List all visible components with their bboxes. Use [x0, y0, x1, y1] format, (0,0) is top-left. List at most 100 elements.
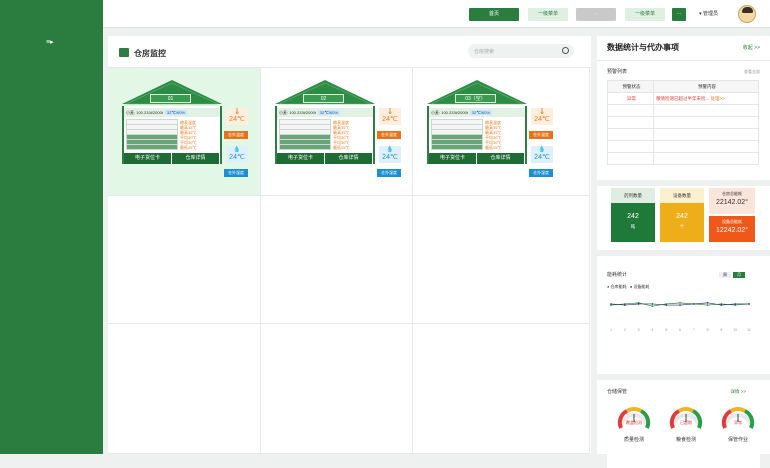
x-tick-label: 8	[707, 328, 709, 332]
temp-outside: 24℃	[229, 116, 245, 123]
data-point	[665, 304, 667, 306]
alert-action[interactable]: 处理>>	[711, 96, 725, 101]
status-gauge[interactable]: 异常 保管作业	[721, 404, 755, 444]
stat-label: 设备数量	[660, 188, 704, 203]
shelf-layer	[126, 144, 178, 150]
x-tick-label: 9	[720, 328, 722, 332]
warehouse-icon	[119, 48, 129, 57]
menu-button-1[interactable]: 一级菜单	[528, 8, 568, 21]
more-button[interactable]: ···	[672, 8, 686, 21]
layer-label: 最低25℃	[333, 145, 350, 150]
grain-info: 小麦: 100.233t/2000t	[431, 110, 468, 115]
status-gauge[interactable]: 覆盖检测 质量检测	[617, 404, 651, 444]
stat-value: 12242.02	[715, 227, 746, 234]
warehouse-card[interactable]: 01 小麦: 100.233t/2000t 32℃/60% 粮表温度 最高35℃ 最高35…	[108, 68, 262, 196]
electronic-card-button[interactable]: 电子货位卡	[429, 153, 477, 164]
layer-label: 最低25℃	[485, 145, 502, 150]
user-menu[interactable]: ▾ 管理员	[699, 10, 718, 17]
table-row: 异常 粮情检测已超过半年未检... 处理>>	[607, 92, 759, 105]
grain-info: 小麦: 100.233t/2000t	[126, 110, 163, 115]
grid-cell	[108, 196, 261, 324]
collapse-link[interactable]: 收起 >>	[743, 44, 760, 51]
humidity-outside-tag: 仓外湿度	[377, 169, 401, 177]
humidity-icon: 💧	[386, 147, 394, 153]
search-input[interactable]: 仓房搜索	[468, 44, 574, 58]
storage-section: 仓储保管 详情 >> 覆盖检测 质量检测 已超期 粮食检测 异常 保管作业	[607, 388, 760, 468]
right-panel: 数据统计与代办事项 收起 >> 预警列表 查看全部 预警状态 预警内容 异常 粮情检…	[597, 36, 770, 468]
temp-inside: 24℃	[382, 154, 398, 161]
layer-label: 最低25℃	[180, 145, 197, 150]
energy-title: 能耗统计	[607, 272, 628, 278]
grid-cell	[413, 196, 590, 324]
humidity-outside-tag: 仓外湿度	[224, 169, 248, 177]
x-tick-label: 11	[747, 328, 751, 332]
alert-header-content: 预警内容	[653, 80, 759, 93]
gauge-icon	[617, 407, 651, 429]
avatar[interactable]	[738, 5, 756, 23]
temp-outside-tag: 仓外温度	[224, 131, 248, 139]
temp-outside-tag: 仓外温度	[377, 131, 401, 139]
temp-outside-tag: 仓外温度	[529, 131, 553, 139]
warehouse-detail-button[interactable]: 仓库详情	[477, 153, 525, 164]
data-point	[679, 302, 681, 304]
tab-month[interactable]: 月	[733, 272, 745, 278]
gauge-center: 覆盖检测	[626, 420, 642, 425]
temp-inside: 24℃	[229, 154, 245, 161]
temp-outside: 24℃	[382, 116, 398, 123]
thermometer-icon: 🌡	[386, 109, 394, 115]
alert-status: 异常	[607, 92, 654, 105]
electronic-card-button[interactable]: 电子货位卡	[277, 153, 325, 164]
home-button[interactable]: 首页	[469, 8, 519, 21]
electronic-card-button[interactable]: 电子货位卡	[124, 153, 172, 164]
user-name: 管理员	[702, 11, 718, 17]
main-panel: 仓房监控 仓房搜索 01 小麦: 100.233t/2000t 32℃/60% 粮表温…	[108, 36, 591, 454]
alert-more[interactable]: 查看全部	[744, 69, 760, 75]
gauge-label: 粮食检测	[675, 437, 696, 443]
collapse-icon[interactable]: ≡▸	[46, 38, 54, 46]
stat-label: 仓房总能耗	[722, 191, 742, 196]
x-tick-label: 2	[624, 328, 626, 332]
thermometer-icon: 🌡	[538, 109, 546, 115]
search-icon[interactable]	[562, 47, 569, 54]
tab-week[interactable]: 周	[719, 272, 731, 278]
gauge-center: 已超期	[680, 420, 692, 425]
page-title: 仓房监控	[134, 49, 166, 58]
warehouse-grid: 01 小麦: 100.233t/2000t 32℃/60% 粮表温度 最高35℃ 最高35…	[108, 68, 591, 454]
stat-label: 设备总能耗	[722, 219, 742, 224]
temp-outside: 24℃	[534, 116, 550, 123]
humidity-icon: 💧	[233, 147, 241, 153]
x-tick-label: 3	[638, 328, 640, 332]
panel-title: 数据统计与代办事项	[607, 43, 679, 52]
grid-cell	[413, 324, 590, 454]
x-tick-label: 7	[693, 328, 695, 332]
warehouse-card[interactable]: 03（空） 小麦: 100.233t/2000t 32℃/60% 粮表温度 最高35℃ 最…	[413, 68, 567, 196]
data-point	[706, 302, 709, 304]
warehouse-detail-button[interactable]: 仓库详情	[172, 153, 220, 164]
alert-section: 预警列表 查看全部 预警状态 预警内容 异常 粮情检测已超过半年未检... 处理>>	[607, 68, 760, 165]
temp-humidity-badge: 32℃/60%	[317, 110, 340, 115]
data-point	[734, 303, 736, 305]
menu-button-2[interactable]: 一级菜单	[625, 8, 665, 21]
warehouse-card[interactable]: 02 小麦: 100.233t/2000t 32℃/60% 粮表温度 最高35℃ 最高35…	[261, 68, 415, 196]
data-point	[651, 305, 654, 307]
stat-label: 药剂数量	[611, 188, 655, 203]
sidebar: ≡▸	[0, 0, 103, 454]
gauge-label: 保管作业	[727, 437, 748, 443]
humidity-outside-tag: 仓外湿度	[529, 169, 553, 177]
data-point	[748, 303, 750, 305]
x-tick-label: 4	[651, 328, 653, 332]
legend-series-2: 设备能耗	[633, 284, 650, 289]
warehouse-number: 02	[303, 94, 344, 103]
storage-more[interactable]: 详情 >>	[730, 389, 746, 395]
data-point	[624, 304, 626, 306]
status-gauge[interactable]: 已超期 粮食检测	[669, 404, 703, 444]
x-tick-label: 5	[665, 328, 667, 332]
gauge-icon	[721, 407, 755, 429]
warehouse-detail-button[interactable]: 仓库详情	[325, 153, 373, 164]
stat-value: 242	[627, 213, 639, 220]
legend-series-1: 仓库能耗	[610, 284, 627, 289]
stats-section: 药剂数量 242 吨 设备数量 242 个 仓房总能耗 22142.02° 设备总能耗 …	[607, 188, 760, 244]
data-point	[679, 304, 681, 306]
warehouse-number: 01	[150, 94, 191, 103]
menu-button-gray[interactable]: -	[576, 8, 616, 21]
